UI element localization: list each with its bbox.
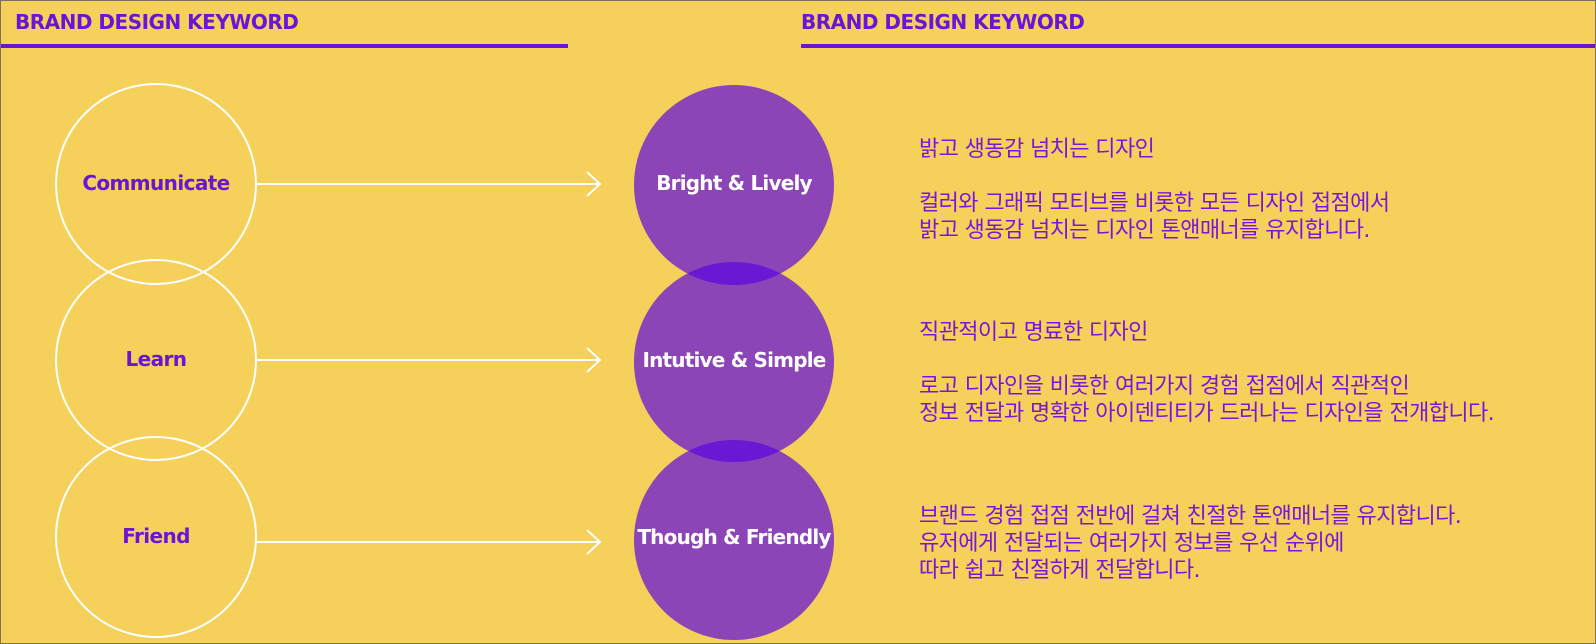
description-1: 밝고 생동감 넘치는 디자인 컬러와 그래픽 모티브를 비롯한 모든 디자인 접… [919,136,1390,244]
description-line: 유저에게 전달되는 여러가지 정보를 우선 순위에 [919,531,1344,556]
keyword-label-friend: Friend [122,524,190,548]
value-label-bright: Bright & Lively [656,171,812,195]
arrow-2 [256,347,602,373]
description-line: 브랜드 경험 접점 전반에 걸쳐 친절한 톤앤매너를 유지합니다. [919,504,1462,529]
value-label-intuitive: Intutive & Simple [642,348,826,372]
description-heading: 직관적이고 명료한 디자인 [919,320,1148,345]
description-2: 직관적이고 명료한 디자인 로고 디자인을 비롯한 여러가지 경험 접점에서 직… [919,319,1495,427]
arrow-1 [256,171,602,197]
description-line: 로고 디자인을 비롯한 여러가지 경험 접점에서 직관적인 [919,374,1410,399]
description-heading: 밝고 생동감 넘치는 디자인 [919,137,1155,162]
description-line: 따라 쉽고 친절하게 전달합니다. [919,558,1201,583]
description-line: 밝고 생동감 넘치는 디자인 톤앤매너를 유지합니다. [919,218,1370,243]
description-line: 정보 전달과 명확한 아이덴티티가 드러나는 디자인을 전개합니다. [919,401,1495,426]
description-line: 컬러와 그래픽 모티브를 비롯한 모든 디자인 접점에서 [919,191,1390,216]
value-label-friendly: Though & Friendly [637,525,831,549]
keyword-slide: BRAND DESIGN KEYWORD BRAND DESIGN KEYWOR… [0,0,1596,644]
arrow-3 [256,529,602,555]
keyword-label-learn: Learn [125,347,188,371]
description-3: 브랜드 경험 접점 전반에 걸쳐 친절한 톤앤매너를 유지합니다. 유저에게 전… [919,503,1462,584]
keyword-label-communicate: Communicate [82,171,230,195]
